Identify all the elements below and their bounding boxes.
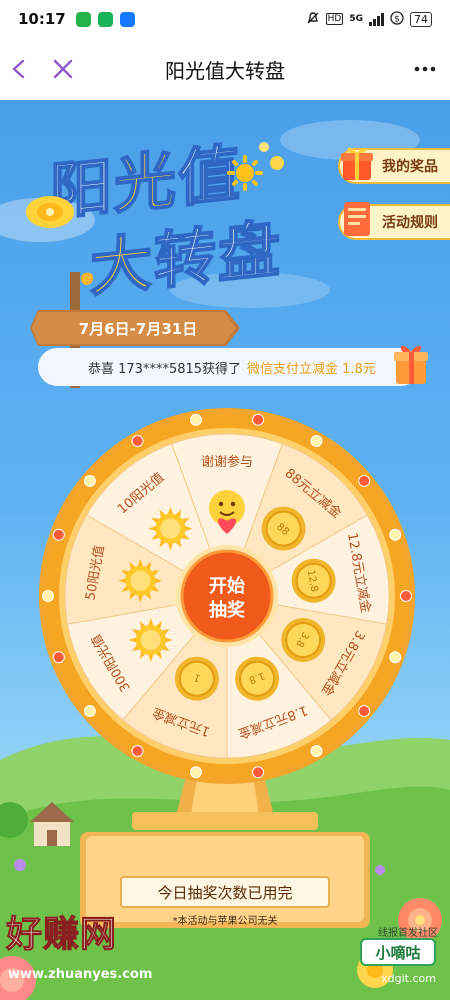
watermark-left-url: www.zhuanyes.com xyxy=(8,967,153,982)
rim-light xyxy=(389,528,402,541)
rim-light xyxy=(252,413,265,426)
date-range: 7月6日-7月31日 xyxy=(78,319,198,338)
sun-decoration-icon xyxy=(227,142,284,191)
alipay-notification-icon xyxy=(119,11,135,27)
rim-light xyxy=(189,413,202,426)
rules-label: 活动规则 xyxy=(382,215,438,231)
status-bar: 10:17 HD 5G $ 74 xyxy=(0,0,450,38)
coin-icon: 1 xyxy=(174,656,219,701)
signal-icon xyxy=(369,12,384,26)
rules-document-icon xyxy=(344,202,370,236)
start-draw-label-1: 开始 xyxy=(209,575,245,597)
battery-icon: 74 xyxy=(410,11,432,27)
draw-status-button[interactable]: 今日抽奖次数已用完 xyxy=(120,876,330,908)
rim-light xyxy=(52,528,65,541)
coin-icon: 3.8 xyxy=(281,618,326,662)
hd-icon: HD xyxy=(325,13,344,25)
watermark-right-url: xdgit.com xyxy=(381,972,436,985)
network-type: 5G xyxy=(349,14,363,24)
rim-light xyxy=(83,705,96,718)
gift-icon xyxy=(341,147,373,180)
rim-light xyxy=(400,590,412,602)
coin-icon: 88 xyxy=(261,506,306,551)
rim-light xyxy=(389,651,402,664)
ticker-text: 恭喜 173****5815获得了 xyxy=(88,361,242,377)
app-notification-icon xyxy=(97,11,113,27)
flower-decoration-icon xyxy=(26,196,74,228)
coin-icon: 12.8 xyxy=(291,558,336,603)
rim-light xyxy=(189,766,202,779)
wheel-segment-label: 谢谢参与 xyxy=(201,454,253,470)
winner-ticker: 恭喜 173****5815获得了 微信支付立减金 1.8元 xyxy=(38,348,420,386)
rules-button[interactable]: 活动规则 xyxy=(338,202,450,240)
wechat-notification-icon xyxy=(75,11,91,27)
mute-icon xyxy=(306,11,320,28)
rim-light xyxy=(310,434,323,447)
rim-light xyxy=(131,745,144,758)
draw-status-label: 今日抽奖次数已用完 xyxy=(157,883,293,902)
rim-light xyxy=(252,766,265,779)
watermark-right-badge: 小嘀咕 xyxy=(360,938,436,966)
vpn-icon: $ xyxy=(390,10,404,28)
nav-bar: 阳光值大转盘 xyxy=(0,38,450,100)
rim-light xyxy=(52,651,65,664)
my-prizes-label: 我的奖品 xyxy=(382,159,438,175)
start-draw-label-2: 抽奖 xyxy=(209,599,246,621)
watermark-right-caption: 线报首发社区 xyxy=(378,928,438,939)
watermark-left: 好赚网 xyxy=(5,914,118,956)
rim-light xyxy=(131,434,144,447)
system-indicators: HD 5G $ 74 xyxy=(306,10,432,28)
prize-wheel: 谢谢参与 88元立减金 88 12.8元立减金 12.8 3.8元立减金 3.8 1.8元立减… xyxy=(37,406,417,786)
my-prizes-button[interactable]: 我的奖品 xyxy=(338,147,450,184)
more-dots-icon xyxy=(414,66,436,72)
more-button[interactable] xyxy=(408,52,442,86)
wheel-graphic: 谢谢参与88元立减金8812.8元立减金12.83.8元立减金3.81.8元立减… xyxy=(39,408,415,784)
coin-icon: 1.8 xyxy=(235,656,280,701)
activity-page: 阳光值 大转盘 我的奖品 活动规则 7月6日-7月31日 恭喜 173****5… xyxy=(0,100,450,1000)
rim-light xyxy=(358,705,371,718)
rim-light xyxy=(42,590,54,602)
rim-light xyxy=(310,745,323,758)
ticker-prize: 微信支付立减金 1.8元 xyxy=(247,361,376,377)
svg-text:谢谢参与: 谢谢参与 xyxy=(201,454,253,470)
clock: 10:17 xyxy=(18,10,66,28)
rim-light xyxy=(358,474,371,487)
gift-box-icon xyxy=(394,345,428,384)
rim-light xyxy=(83,474,96,487)
page-title: 阳光值大转盘 xyxy=(165,58,285,83)
svg-text:$: $ xyxy=(394,14,400,24)
